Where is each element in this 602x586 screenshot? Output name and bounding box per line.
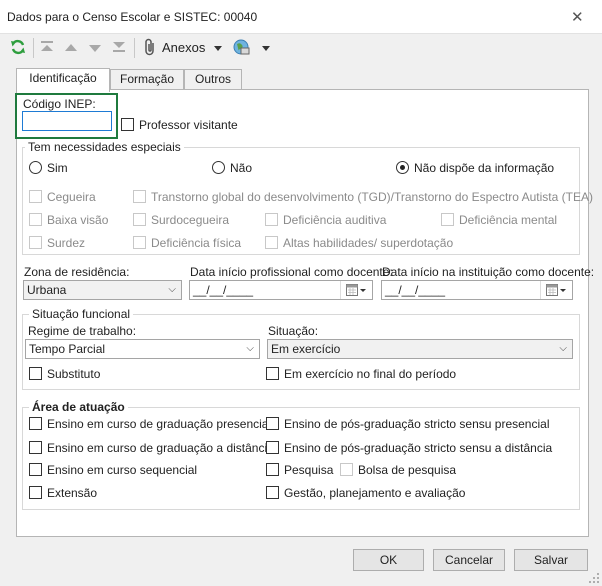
regime-value: Tempo Parcial (29, 342, 106, 356)
deficiencia-auditiva-checkbox[interactable] (265, 213, 278, 226)
radio-nao-label: Não (230, 161, 253, 175)
bolsa-pesquisa-label: Bolsa de pesquisa (358, 463, 457, 477)
surdez-checkbox[interactable] (29, 236, 42, 249)
zona-value: Urbana (27, 283, 67, 297)
surdez-label: Surdez (47, 236, 86, 250)
radio-sim-label: Sim (47, 161, 68, 175)
gestao-label: Gestão, planejamento e avaliação (284, 486, 466, 500)
altas-habilidades-label: Altas habilidades/ superdotação (283, 236, 454, 250)
surdocegueira-checkbox[interactable] (133, 213, 146, 226)
deficiencia-mental-label: Deficiência mental (459, 213, 558, 227)
professor-visitante-label: Professor visitante (139, 118, 238, 132)
graduacao-presencial-checkbox[interactable] (29, 417, 42, 430)
surdocegueira-label: Surdocegueira (151, 213, 230, 227)
curso-sequencial-checkbox[interactable] (29, 463, 42, 476)
regime-label: Regime de trabalho: (28, 324, 137, 338)
bolsa-pesquisa-checkbox[interactable] (340, 463, 353, 476)
em-exercicio-final-checkbox[interactable] (266, 367, 279, 380)
curso-sequencial-label: Ensino em curso sequencial (47, 463, 198, 477)
data-prof-value: __/__/____ (193, 283, 254, 297)
gestao-checkbox[interactable] (266, 486, 279, 499)
inep-input[interactable] (22, 111, 112, 131)
tgd-label: Transtorno global do desenvolvimento (TG… (151, 190, 593, 204)
deficiencia-fisica-label: Deficiência física (151, 236, 242, 250)
graduacao-distancia-checkbox[interactable] (29, 441, 42, 454)
deficiencia-auditiva-label: Deficiência auditiva (283, 213, 387, 227)
altas-habilidades-checkbox[interactable] (265, 236, 278, 249)
situacao-label: Situação: (268, 324, 319, 338)
pos-presencial-label: Ensino de pós-graduação stricto sensu pr… (284, 417, 550, 431)
calendar-button[interactable] (340, 281, 372, 299)
regime-select[interactable]: Tempo Parcial ⌵ (25, 339, 260, 359)
graduacao-distancia-label: Ensino em curso de graduação a distância (47, 441, 274, 455)
chevron-down-icon: ⌵ (559, 343, 567, 354)
calendar-icon (546, 284, 566, 296)
substituto-label: Substituto (47, 367, 101, 381)
radio-nao[interactable] (212, 161, 225, 174)
extensao-label: Extensão (47, 486, 98, 500)
graduacao-presencial-label: Ensino em curso de graduação presencial (47, 417, 272, 431)
chevron-down-icon: ⌵ (246, 343, 254, 354)
baixa-visao-label: Baixa visão (47, 213, 109, 227)
data-inst-value: __/__/____ (385, 283, 446, 297)
tgd-checkbox[interactable] (133, 190, 146, 203)
zona-select[interactable]: Urbana ⌵ (23, 280, 182, 300)
pos-presencial-checkbox[interactable] (266, 417, 279, 430)
cegueira-checkbox[interactable] (29, 190, 42, 203)
area-atuacao-title: Área de atuação (29, 400, 128, 414)
deficiencia-fisica-checkbox[interactable] (133, 236, 146, 249)
substituto-checkbox[interactable] (29, 367, 42, 380)
situacao-select[interactable]: Em exercício ⌵ (267, 339, 573, 359)
pos-distancia-label: Ensino de pós-graduação stricto sensu a … (284, 441, 553, 455)
em-exercicio-final-label: Em exercício no final do período (284, 367, 457, 381)
situacao-funcional-title: Situação funcional (29, 307, 134, 321)
cegueira-label: Cegueira (47, 190, 96, 204)
calendar-icon (346, 284, 366, 296)
radio-nao-dispoe-label: Não dispõe da informação (414, 161, 555, 175)
zona-label: Zona de residência: (24, 265, 130, 279)
calendar-button[interactable] (540, 281, 572, 299)
pos-distancia-checkbox[interactable] (266, 441, 279, 454)
radio-nao-dispoe[interactable] (396, 161, 409, 174)
necessidades-title: Tem necessidades especiais (25, 140, 184, 154)
pesquisa-label: Pesquisa (284, 463, 334, 477)
data-inst-label: Data início na instituição como docente: (382, 265, 595, 279)
situacao-value: Em exercício (271, 342, 341, 356)
chevron-down-icon: ⌵ (168, 284, 176, 295)
data-prof-label: Data início profissional como docente: (190, 265, 393, 279)
inep-label: Código INEP: (23, 97, 96, 111)
deficiencia-mental-checkbox[interactable] (441, 213, 454, 226)
radio-sim[interactable] (29, 161, 42, 174)
professor-visitante-checkbox[interactable] (121, 118, 134, 131)
extensao-checkbox[interactable] (29, 486, 42, 499)
pesquisa-checkbox[interactable] (266, 463, 279, 476)
baixa-visao-checkbox[interactable] (29, 213, 42, 226)
